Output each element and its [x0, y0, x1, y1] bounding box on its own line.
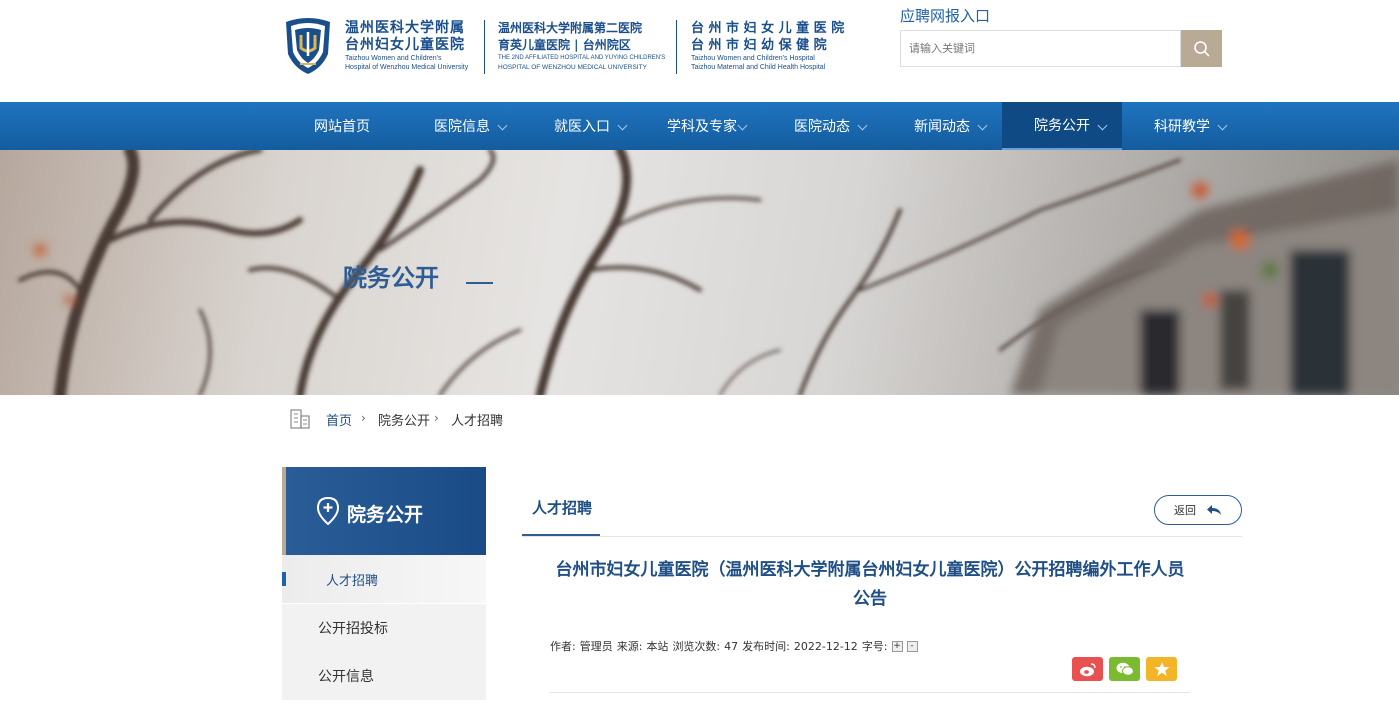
nav-item-research-teaching[interactable]: 科研教学 — [1122, 102, 1242, 150]
logo-1-line-2: 台州妇女儿童医院 — [345, 37, 465, 53]
chevron-down-icon — [977, 120, 988, 131]
share-wechat-button[interactable] — [1109, 657, 1140, 681]
content-tab-title: 人才招聘 — [531, 499, 592, 517]
nav-item-label: 医院动态 — [794, 119, 850, 135]
nav-item-hospital-info[interactable]: 医院信息 — [402, 102, 522, 150]
chevron-down-icon — [1097, 120, 1108, 131]
nav-item-departments-experts[interactable]: 学科及专家 — [642, 102, 762, 150]
reply-arrow-icon — [1207, 505, 1221, 515]
search-icon — [1193, 40, 1210, 57]
views-label: 浏览次数: — [672, 640, 721, 653]
logo-3-line-3b: Taizhou Maternal and Child Health Hospit… — [691, 64, 826, 71]
breadcrumb-separator: › — [434, 411, 439, 425]
logo-divider — [676, 20, 677, 74]
nav-item-label: 学科及专家 — [667, 119, 737, 135]
sidebar-item-public-tender[interactable]: 公开招投标 — [282, 604, 486, 652]
logo-3-line-2: 台 州 市 妇 幼 保 健 院 — [691, 38, 827, 53]
date-label: 发布时间: — [742, 640, 790, 653]
logo-3-line-1: 台 州 市 妇 女 儿 童 医 院 — [691, 21, 845, 36]
logo-2-line-3b: HOSPITAL OF WENZHOU MEDICAL UNIVERSITY — [498, 64, 647, 71]
site-header: 温州医科大学附属 台州妇女儿童医院 Taizhou Women and Chil… — [0, 0, 1399, 102]
share-favorite-button[interactable] — [1146, 657, 1177, 681]
sidebar-title: 院务公开 — [347, 504, 424, 526]
date-value: 2022-12-12 — [793, 639, 858, 653]
author-label: 作者: — [550, 640, 576, 653]
banner-title: 院务公开 — [343, 264, 439, 292]
breadcrumb-home-link[interactable]: 首页 — [326, 410, 352, 429]
nav-item-affairs-disclosure[interactable]: 院务公开 — [1002, 102, 1122, 150]
font-decrease-button[interactable]: - — [906, 640, 918, 652]
nav-item-label: 网站首页 — [314, 119, 370, 135]
source-label: 来源: — [616, 640, 643, 653]
building-icon — [290, 409, 310, 429]
breadcrumb-separator: › — [361, 411, 366, 425]
chevron-down-icon — [857, 120, 868, 131]
font-size-label: 字号: — [861, 640, 888, 653]
banner-title-underline — [466, 282, 493, 284]
star-icon — [1154, 662, 1169, 676]
nav-item-home[interactable]: 网站首页 — [282, 102, 402, 150]
logo-2-line-3a: THE 2ND AFFILIATED HOSPITAL AND YUYING C… — [498, 55, 666, 61]
weibo-icon — [1079, 662, 1096, 676]
breadcrumb-current: 人才招聘 — [451, 414, 504, 429]
author-value: 管理员 — [579, 640, 613, 653]
main-nav: 网站首页 医院信息 就医入口 学科及专家 医院动态 新闻动态 院务公开 科研教学 — [0, 102, 1399, 150]
active-marker — [282, 572, 286, 586]
wechat-icon — [1116, 662, 1134, 676]
nav-item-label: 医院信息 — [434, 119, 490, 135]
search-button[interactable] — [1181, 30, 1222, 67]
nav-item-label: 新闻动态 — [914, 119, 970, 135]
sidebar-item-label: 人才招聘 — [326, 573, 379, 589]
nav-item-hospital-news[interactable]: 医院动态 — [762, 102, 882, 150]
hospital-shield-logo-icon — [286, 18, 330, 74]
logo-2-line-1: 温州医科大学附属第二医院 — [498, 21, 643, 35]
nav-item-label: 科研教学 — [1154, 119, 1210, 135]
chevron-down-icon — [737, 120, 748, 131]
nav-item-medical-entry[interactable]: 就医入口 — [522, 102, 642, 150]
sidebar-item-label: 公开招投标 — [318, 621, 388, 637]
sidebar-item-talent-recruitment[interactable]: 人才招聘 — [282, 555, 486, 603]
nav-item-label: 院务公开 — [1034, 118, 1090, 134]
sidebar-header: 院务公开 — [282, 467, 486, 555]
location-pin-icon — [316, 497, 340, 525]
source-value: 本站 — [646, 640, 669, 653]
font-increase-button[interactable]: + — [891, 640, 903, 652]
page-banner: 院务公开 — [0, 150, 1399, 395]
share-weibo-button[interactable] — [1072, 657, 1103, 681]
views-value: 47 — [724, 639, 739, 653]
sidebar-item-public-info[interactable]: 公开信息 — [282, 652, 486, 700]
recruit-portal-link[interactable]: 应聘网报入口 — [900, 5, 990, 26]
content-tab-underline — [522, 534, 600, 536]
logo-text-1: 温州医科大学附属 台州妇女儿童医院 Taizhou Women and Chil… — [345, 20, 468, 72]
chevron-down-icon — [617, 120, 628, 131]
logo-2-line-2: 育英儿童医院 | 台州院区 — [498, 38, 631, 52]
logo-1-line-1: 温州医科大学附属 — [345, 20, 465, 36]
search-input[interactable] — [900, 30, 1181, 67]
nav-item-news[interactable]: 新闻动态 — [882, 102, 1002, 150]
banner-tree-building-image — [18, 150, 1399, 395]
article-meta: 作者: 管理员 来源: 本站 浏览次数: 47 发布时间: 2022-12-12… — [550, 638, 918, 654]
nav-item-label: 就医入口 — [554, 119, 610, 135]
logo-text-3: 台 州 市 妇 女 儿 童 医 院 台 州 市 妇 幼 保 健 院 Taizho… — [691, 20, 844, 72]
article-title: 台州市妇女儿童医院（温州医科大学附属台州妇女儿童医院）公开招聘编外工作人员公告 — [555, 560, 1185, 609]
sidebar-item-label: 公开信息 — [318, 669, 374, 685]
breadcrumb-section-link[interactable]: 院务公开 — [378, 410, 430, 429]
logo-text-2: 温州医科大学附属第二医院 育英儿童医院 | 台州院区 THE 2ND AFFIL… — [498, 20, 665, 72]
content-divider — [522, 536, 1242, 537]
logo-1-line-3b: Hospital of Wenzhou Medical University — [345, 64, 469, 71]
back-label: 返回 — [1174, 505, 1196, 517]
back-button[interactable]: 返回 — [1154, 495, 1242, 525]
logo-1-line-3a: Taizhou Women and Children's — [345, 55, 442, 62]
logo-divider — [484, 20, 485, 74]
logo-3-line-3a: Taizhou Women and Children's Hospital — [691, 55, 815, 62]
article-divider — [550, 692, 1190, 693]
chevron-down-icon — [1217, 120, 1228, 131]
chevron-down-icon — [497, 120, 508, 131]
